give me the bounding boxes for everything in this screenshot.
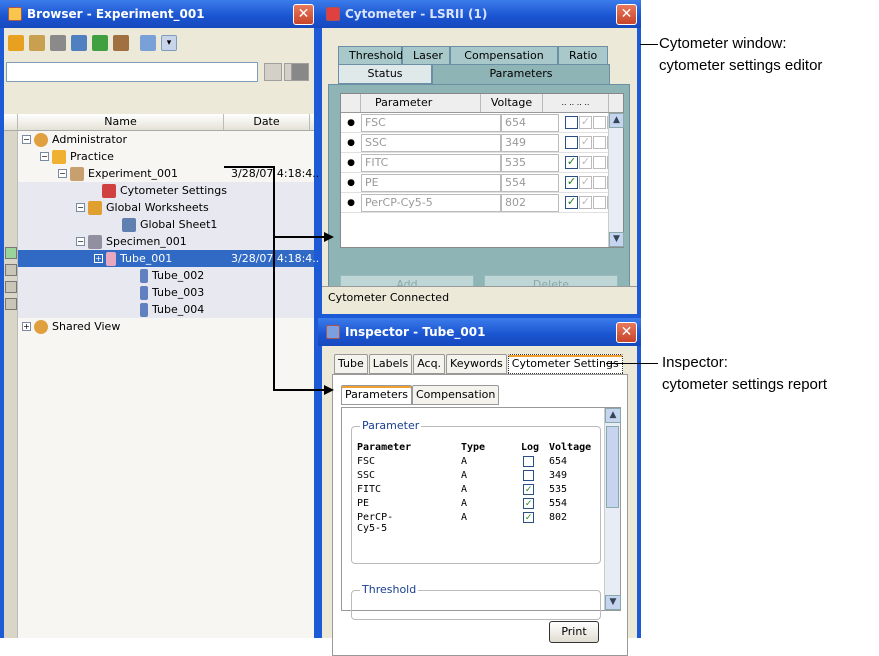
arrowhead-cytometer — [324, 232, 334, 242]
arrow-to-cytometer — [224, 166, 328, 238]
arrow-to-inspector — [224, 166, 328, 391]
arrowhead-inspector — [324, 385, 334, 395]
connector-arrows — [224, 166, 334, 395]
